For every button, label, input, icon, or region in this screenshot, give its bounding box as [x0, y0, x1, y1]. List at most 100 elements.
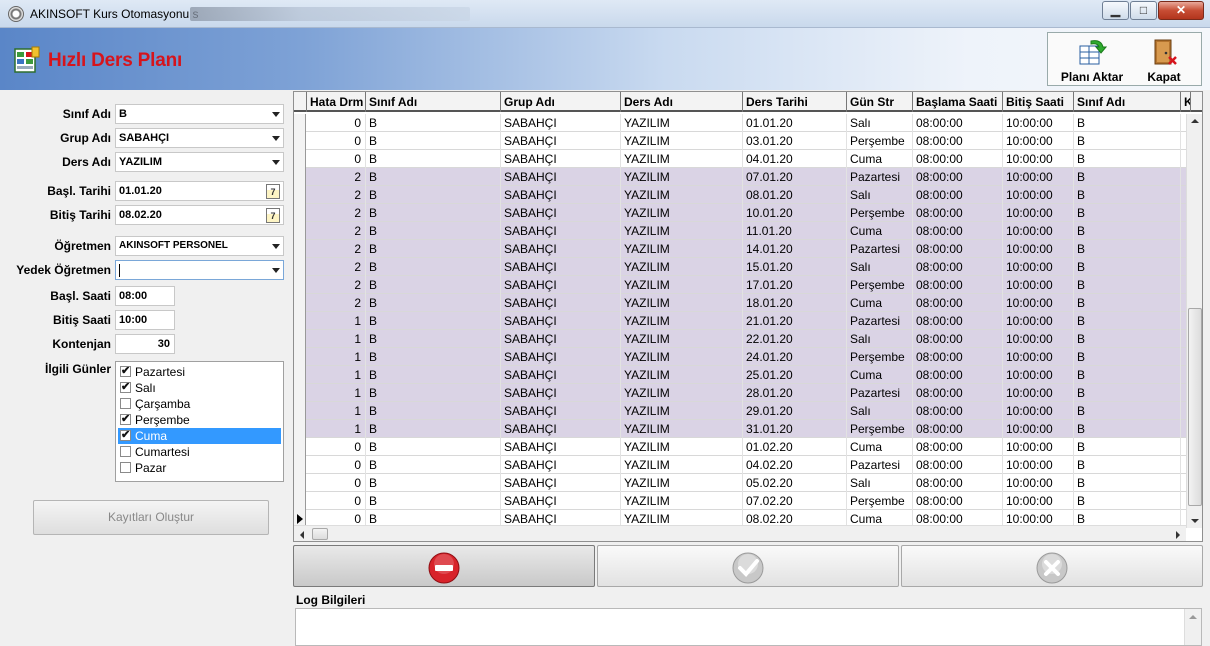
table-cell[interactable]: 0 — [307, 150, 366, 168]
table-cell[interactable]: B — [1074, 294, 1181, 312]
table-cell[interactable]: Salı — [847, 258, 913, 276]
table-cell[interactable]: 01.02.20 — [743, 438, 847, 456]
table-cell[interactable]: Salı — [847, 114, 913, 132]
table-cell[interactable]: 10:00:00 — [1003, 222, 1074, 240]
table-cell[interactable]: YAZILIM — [621, 366, 743, 384]
table-cell[interactable]: B — [366, 330, 501, 348]
grup-select[interactable]: SABAHÇI — [115, 128, 284, 148]
table-cell[interactable]: 08:00:00 — [913, 168, 1003, 186]
table-cell[interactable]: YAZILIM — [621, 474, 743, 492]
table-cell[interactable]: B — [1074, 330, 1181, 348]
table-cell[interactable]: SABAHÇI — [501, 348, 621, 366]
table-cell[interactable]: Pazartesi — [847, 168, 913, 186]
table-cell[interactable]: 0 — [307, 438, 366, 456]
table-cell[interactable]: 1 — [307, 330, 366, 348]
table-cell[interactable]: B — [1074, 492, 1181, 510]
row-indicator[interactable] — [294, 294, 306, 312]
delete-button[interactable] — [293, 545, 595, 587]
scroll-up-icon[interactable] — [1189, 615, 1197, 619]
table-cell[interactable]: 10:00:00 — [1003, 168, 1074, 186]
table-cell[interactable]: 08:00:00 — [913, 294, 1003, 312]
table-cell[interactable]: SABAHÇI — [501, 258, 621, 276]
basl-saati-input[interactable]: 08:00 — [115, 286, 175, 306]
table-cell[interactable]: B — [366, 222, 501, 240]
table-cell[interactable]: SABAHÇI — [501, 384, 621, 402]
ders-select[interactable]: YAZILIM — [115, 152, 284, 172]
table-cell[interactable]: 10.01.20 — [743, 204, 847, 222]
table-cell[interactable]: B — [1074, 258, 1181, 276]
table-cell[interactable]: YAZILIM — [621, 114, 743, 132]
table-cell[interactable]: 08:00:00 — [913, 366, 1003, 384]
table-cell[interactable]: 0 — [307, 474, 366, 492]
table-cell[interactable]: B — [1074, 456, 1181, 474]
table-cell[interactable]: Perşembe — [847, 204, 913, 222]
day-item[interactable]: Pazar — [118, 460, 281, 476]
table-cell[interactable]: Salı — [847, 402, 913, 420]
column-header[interactable]: Hata Drm — [307, 92, 366, 112]
row-indicator[interactable] — [294, 402, 306, 420]
table-cell[interactable]: 10:00:00 — [1003, 276, 1074, 294]
checkbox-checked[interactable]: ✔ — [120, 381, 131, 393]
table-cell[interactable]: Cuma — [847, 222, 913, 240]
row-indicator[interactable] — [294, 312, 306, 330]
table-cell[interactable]: SABAHÇI — [501, 438, 621, 456]
table-cell[interactable]: Pazartesi — [847, 312, 913, 330]
table-cell[interactable]: B — [1074, 132, 1181, 150]
table-cell[interactable]: YAZILIM — [621, 384, 743, 402]
table-cell[interactable]: B — [366, 312, 501, 330]
table-cell[interactable]: SABAHÇI — [501, 150, 621, 168]
table-cell[interactable]: 08:00:00 — [913, 492, 1003, 510]
table-cell[interactable]: B — [366, 348, 501, 366]
table-cell[interactable]: B — [366, 492, 501, 510]
maximize-button[interactable]: □ — [1130, 1, 1157, 20]
table-cell[interactable]: B — [1074, 240, 1181, 258]
table-cell[interactable]: 08:00:00 — [913, 402, 1003, 420]
table-cell[interactable]: Perşembe — [847, 132, 913, 150]
table-row[interactable]: 1 B SABAHÇI YAZILIM 25.01.20 Cuma 08:00:00 10:0… — [294, 366, 1186, 384]
table-cell[interactable]: YAZILIM — [621, 492, 743, 510]
table-row[interactable]: 0 B SABAHÇI YAZILIM 01.02.20 Cuma 08:00:00 10:0… — [294, 438, 1186, 456]
table-cell[interactable]: B — [366, 276, 501, 294]
table-cell[interactable]: B — [1074, 402, 1181, 420]
table-cell[interactable]: 15.01.20 — [743, 258, 847, 276]
table-cell[interactable]: B — [1074, 384, 1181, 402]
yedek-select[interactable] — [115, 260, 284, 280]
table-cell[interactable]: SABAHÇI — [501, 204, 621, 222]
table-cell[interactable]: SABAHÇI — [501, 186, 621, 204]
column-header[interactable]: Bitiş Saati — [1003, 92, 1074, 112]
table-cell[interactable]: YAZILIM — [621, 420, 743, 438]
bitis-tarihi-picker[interactable]: 08.02.20 7 — [115, 205, 284, 225]
column-header[interactable]: Başlama Saati — [913, 92, 1003, 112]
table-cell[interactable]: B — [1074, 276, 1181, 294]
table-cell[interactable]: 08:00:00 — [913, 204, 1003, 222]
scroll-down-icon[interactable] — [1191, 519, 1199, 523]
table-cell[interactable]: 10:00:00 — [1003, 150, 1074, 168]
table-cell[interactable]: 08:00:00 — [913, 114, 1003, 132]
horizontal-scrollbar[interactable] — [294, 525, 1186, 541]
table-cell[interactable]: SABAHÇI — [501, 240, 621, 258]
table-cell[interactable]: 0 — [307, 492, 366, 510]
close-form-button[interactable]: Kapat — [1134, 35, 1194, 85]
table-cell[interactable]: B — [366, 402, 501, 420]
table-cell[interactable]: B — [366, 150, 501, 168]
table-cell[interactable]: 08:00:00 — [913, 132, 1003, 150]
table-cell[interactable]: 08:00:00 — [913, 312, 1003, 330]
table-row[interactable]: 1 B SABAHÇI YAZILIM 24.01.20 Perşembe 08:00:00… — [294, 348, 1186, 366]
table-cell[interactable]: 08.01.20 — [743, 186, 847, 204]
vertical-scrollbar[interactable] — [1186, 114, 1202, 528]
table-cell[interactable]: 10:00:00 — [1003, 456, 1074, 474]
day-item[interactable]: ✔ Salı — [118, 380, 281, 396]
day-item[interactable]: Cumartesi — [118, 444, 281, 460]
table-cell[interactable]: B — [1074, 222, 1181, 240]
table-cell[interactable]: 17.01.20 — [743, 276, 847, 294]
table-cell[interactable]: 11.01.20 — [743, 222, 847, 240]
transfer-plan-button[interactable]: Planı Aktar — [1054, 35, 1130, 85]
table-cell[interactable]: 31.01.20 — [743, 420, 847, 438]
checkbox-checked[interactable]: ✔ — [120, 429, 131, 441]
log-textarea[interactable] — [295, 608, 1202, 646]
table-cell[interactable]: 2 — [307, 276, 366, 294]
confirm-button[interactable] — [597, 545, 899, 587]
table-cell[interactable]: Perşembe — [847, 420, 913, 438]
row-indicator[interactable] — [294, 330, 306, 348]
table-cell[interactable]: 01.01.20 — [743, 114, 847, 132]
